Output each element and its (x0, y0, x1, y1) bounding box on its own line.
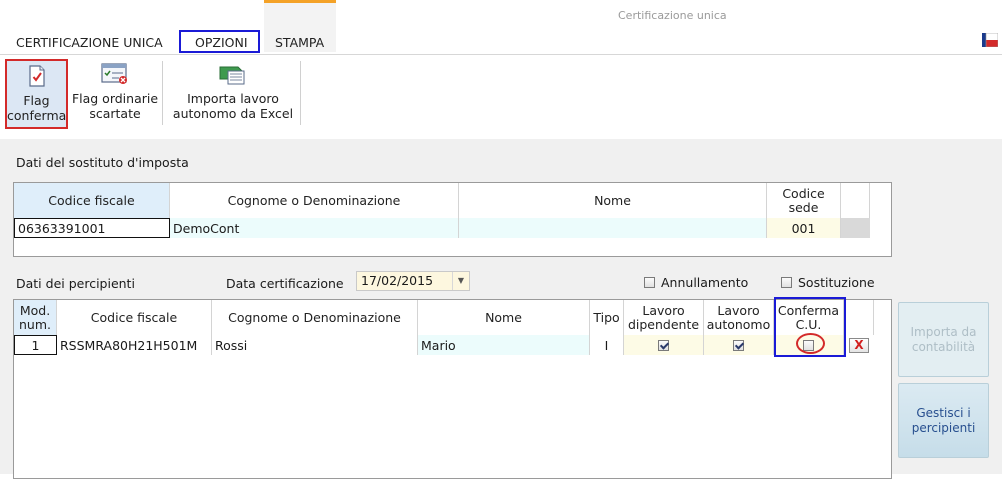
language-flag-icon[interactable] (982, 33, 998, 47)
importa-lavoro-autonomo-excel-button[interactable]: Importa lavoro autonomo da Excel (168, 59, 298, 121)
sostituto-header-codice-sede: Codice sede (767, 183, 841, 218)
ribbon-separator (162, 61, 163, 125)
header-dip-line1: Lavoro (642, 302, 685, 318)
gestisci-percipienti-label-1: Gestisci i (916, 405, 971, 420)
ribbon-toolbar: Flag conferma Flag ordinarie scartate Im… (0, 54, 1002, 140)
lavoro-dipendente-checkbox[interactable] (658, 339, 669, 351)
percipienti-header-nome: Nome (418, 300, 590, 335)
header-aut-line1: Lavoro (717, 302, 760, 318)
flag-conferma-label-2: conferma (7, 108, 67, 123)
header-aut-line2: autonomo (706, 316, 771, 332)
header-mod-line1: Mod. (19, 302, 51, 318)
percipienti-header-lavoro-autonomo: Lavoro autonomo (704, 300, 774, 335)
sostituzione-checkbox[interactable] (781, 277, 792, 288)
sostituto-header-sede-line2: sede (788, 199, 819, 215)
sostituto-header-codice-fiscale: Codice fiscale (14, 183, 170, 218)
annullamento-checkbox[interactable] (644, 277, 655, 288)
percipienti-grid: Mod. num. Codice fiscale Cognome o Denom… (13, 299, 892, 479)
gestisci-percipienti-label-2: percipienti (911, 420, 976, 435)
sostituto-cell-cognome[interactable]: DemoCont (170, 218, 459, 238)
window-title-text: Certificazione unica (618, 9, 727, 22)
sostituto-section-label: Dati del sostituto d'imposta (16, 155, 189, 170)
importa-da-contabilita-button[interactable]: Importa da contabilità (898, 302, 989, 377)
sostituto-cell-codice-sede[interactable]: 001 (767, 218, 841, 238)
sostituzione-label: Sostituzione (798, 275, 875, 290)
tab-opzioni-highlight (179, 30, 260, 53)
percipienti-header-empty (844, 300, 874, 335)
sostituto-cell-codice-fiscale[interactable]: 06363391001 (14, 218, 170, 238)
tab-stampa[interactable]: STAMPA (275, 35, 324, 50)
percipienti-header-codice-fiscale: Codice fiscale (57, 300, 212, 335)
percipienti-cell-nome[interactable]: Mario (418, 335, 590, 355)
delete-row-button[interactable]: X (849, 337, 869, 353)
sostituto-cell-empty (841, 218, 870, 238)
data-certificazione-picker[interactable]: 17/02/2015 ▼ (356, 271, 470, 291)
tab-certificazione-unica[interactable]: CERTIFICAZIONE UNICA (16, 35, 163, 50)
importa-contabilita-label-2: contabilità (911, 339, 976, 354)
checklist-icon (101, 63, 127, 84)
flag-ordinarie-label-2: scartate (89, 106, 141, 121)
percipienti-header-tipo: Tipo (590, 300, 624, 335)
excel-import-icon (219, 66, 245, 85)
flag-ordinarie-label-1: Flag ordinarie (71, 91, 159, 106)
header-dip-line2: dipendente (627, 316, 700, 332)
gestisci-percipienti-button[interactable]: Gestisci i percipienti (898, 383, 989, 458)
annullamento-checkbox-group[interactable]: Annullamento (644, 275, 748, 290)
flag-conferma-button[interactable]: Flag conferma (5, 59, 68, 129)
ribbon-separator (300, 61, 301, 125)
chevron-down-icon[interactable]: ▼ (452, 272, 469, 290)
importa-contabilita-label-1: Importa da (910, 324, 977, 339)
importa-excel-label-2: autonomo da Excel (172, 106, 294, 121)
percipienti-cell-codice-fiscale[interactable]: RSSMRA80H21H501M (57, 335, 212, 355)
sostituzione-checkbox-group[interactable]: Sostituzione (781, 275, 875, 290)
percipienti-header-lavoro-dipendente: Lavoro dipendente (624, 300, 704, 335)
sostituto-header-sede-line1: Codice (782, 185, 825, 201)
annullamento-label: Annullamento (661, 275, 749, 290)
sostituto-cell-nome[interactable] (459, 218, 767, 238)
document-check-icon (28, 65, 45, 87)
percipienti-cell-tipo[interactable]: I (590, 335, 624, 355)
conferma-cu-checkbox-circle (796, 333, 825, 354)
sostituto-header-nome: Nome (459, 183, 767, 218)
percipienti-cell-delete: X (844, 335, 874, 355)
importa-excel-label-1: Importa lavoro (187, 91, 279, 106)
percipienti-cell-lavoro-autonomo (704, 335, 774, 355)
lavoro-autonomo-checkbox[interactable] (733, 339, 744, 351)
data-certificazione-label: Data certificazione (226, 276, 344, 291)
percipienti-section-label: Dati dei percipienti (16, 276, 135, 291)
percipienti-cell-mod-num[interactable]: 1 (14, 335, 57, 355)
sostituto-grid: Codice fiscale Cognome o Denominazione N… (13, 182, 892, 257)
sostituto-header-cognome: Cognome o Denominazione (170, 183, 459, 218)
sostituto-header-empty (841, 183, 870, 218)
header-mod-line2: num. (19, 316, 51, 332)
percipienti-cell-lavoro-dipendente (624, 335, 704, 355)
flag-conferma-label-1: Flag (23, 93, 50, 108)
data-certificazione-value: 17/02/2015 (361, 273, 434, 288)
flag-ordinarie-scartate-button[interactable]: Flag ordinarie scartate (70, 59, 160, 121)
percipienti-header-cognome: Cognome o Denominazione (212, 300, 418, 335)
percipienti-header-mod-num: Mod. num. (14, 300, 57, 335)
percipienti-cell-cognome[interactable]: Rossi (212, 335, 418, 355)
